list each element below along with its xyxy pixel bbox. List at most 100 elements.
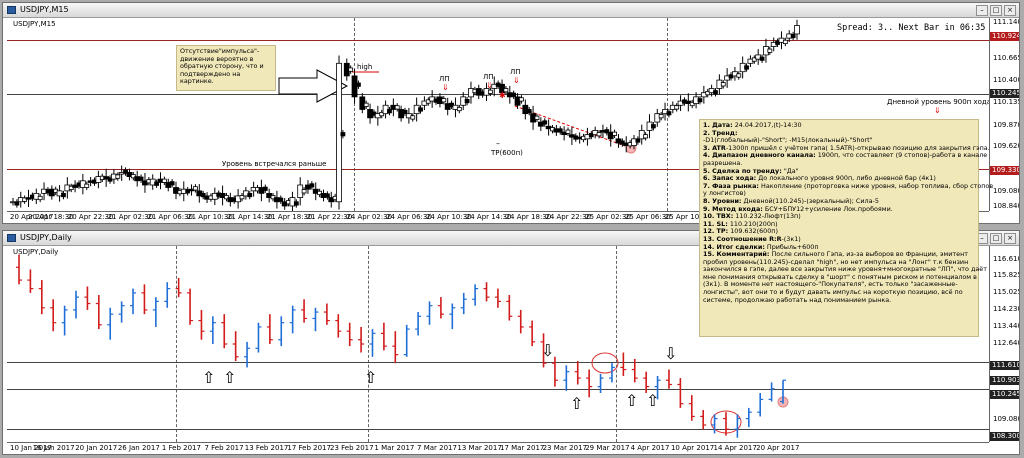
x-tick-label: 7 Feb 2017 [204,444,244,452]
chart-window-icon [7,234,16,242]
y-tick-label: 108.840 [993,202,1020,210]
x-tick-label: 21 Apr 10:30 [187,213,233,221]
day-level-arrow-icon: ⇓ [934,106,941,115]
ohlc-bar [529,320,536,347]
price-level-badge: 110.245 [990,390,1019,400]
x-tick-label: 25 Apr 02:30 [585,213,631,221]
x-tick-label: 20 Apr 22:30 [67,213,114,221]
up-arrow-icon: ⇧ [223,368,237,387]
lp-arrow-icon: ⇓ [513,76,520,85]
ohlc-bar [563,365,570,391]
x-tick-label: 24 Apr 14:30 [465,213,512,221]
trade-note-line: 4. Диапазон дневного канала: 1900п, что … [703,152,987,160]
m15-window-titlebar[interactable]: USDJPY,M15 – □ × [3,3,1019,18]
ohlc-bar [665,369,672,389]
daily-time-axis[interactable]: 10 Jan 2017 16 Jan 2017 20 Jan 2017 26 Jan … [7,442,989,454]
ohlc-bar [266,314,273,344]
ohlc-bar [312,307,319,332]
down-arrow-icon: ⇩ [664,344,678,363]
x-tick-label: 17 Feb 2017 [287,444,331,452]
ohlc-bar [84,286,91,310]
ohlc-bar [757,393,764,417]
price-level-badge: 111.610 [990,361,1019,371]
x-tick-label: 1 Feb 2017 [161,444,201,452]
ohlc-bar [700,410,707,430]
ohlc-bar [244,341,251,368]
ohlc-bar [255,322,262,353]
maximize-icon[interactable]: □ [990,5,1002,16]
y-tick-label: 109.620 [993,141,1020,150]
ohlc-bar [392,331,399,364]
ohlc-bar [449,303,456,330]
note-no-impulse: Отсутствие"импульса"- движение вероятно … [176,45,276,91]
x-tick-label: 21 Apr 14:30 [226,213,273,221]
down-arrow-icon: ⇩ [541,341,555,360]
ohlc-bar [369,329,376,357]
label-high: high [357,63,373,71]
m15-window-title: USDJPY,M15 [20,5,69,14]
ohlc-bar [346,322,353,347]
ohlc-bar [130,288,137,315]
close-icon[interactable]: × [1004,5,1016,16]
highlight-ellipse [591,352,619,374]
y-tick-label: 115.825 [993,271,1020,280]
y-tick-label: 113.440 [993,322,1020,331]
x-tick-label: 24 Apr 18:30 [505,213,552,221]
ohlc-bar [631,358,638,383]
x-tick-label: 24 Apr 22:30 [545,213,592,221]
window-controls: – □ × [976,5,1016,16]
minimize-icon[interactable]: – [976,5,988,16]
ohlc-bar [118,301,125,323]
trade-note-text: 1900п, что составляет (9 стопов)-работа … [815,151,988,160]
ohlc-bar [722,412,729,436]
ohlc-bar [586,369,593,398]
entry-star-icon: ✱ [499,91,506,100]
ohlc-bar [164,282,171,308]
ohlc-bar [745,407,752,428]
x-tick-label: 14 Apr 2017 [713,444,757,452]
price-level-badge: 110.903 [990,376,1019,386]
x-tick-label: 4 Apr 2017 [630,444,670,452]
ohlc-bar [403,324,410,357]
ohlc-bar [73,290,80,319]
trade-journal-note: 1. Дата: 24.04.2017,(t)-14:30 2. Тренд: -D… [699,119,993,337]
price-level-badge: 110.245 [990,89,1019,99]
trade-note-text: системе, продолжаю работать над понимани… [703,295,892,304]
y-tick-label: 114.230 [993,305,1020,314]
x-tick-label: 10 Apr 2017 [670,444,715,452]
maximize-icon[interactable]: □ [990,233,1002,244]
ohlc-bar [517,309,524,334]
x-tick-label: 13 Feb 2017 [244,444,289,452]
ohlc-bar [415,312,422,336]
ohlc-bar [301,299,308,323]
ohlc-bar [380,322,387,351]
ohlc-bar [574,361,581,385]
y-tick-label: 109.870 [993,120,1020,129]
m15-price-axis[interactable]: 111.140 110.924 110.665 110.400 110.245110.1… [989,18,1020,211]
y-tick-label: 110.400 [993,76,1020,85]
y-tick-label: 110.135 [993,98,1020,107]
x-tick-label: 23 Mar 2017 [542,444,587,452]
ohlc-bar [198,309,205,340]
ohlc-bar [61,305,68,336]
ohlc-bar [472,284,479,306]
x-tick-label: 20 Apr 2017 [756,444,800,452]
label-lp-3: ЛП [510,68,521,76]
ohlc-bar [620,352,627,376]
x-tick-label: 24 Apr 02:30 [346,213,393,221]
label-lp-1: ЛП [439,75,450,83]
ohlc-bar [358,326,365,353]
y-tick-label: 109.080 [993,414,1020,423]
ohlc-bar [152,297,159,327]
ohlc-bar [221,314,228,349]
ohlc-bar [460,292,467,315]
x-tick-label: 1 Mar 2017 [374,444,415,452]
ohlc-bar [437,297,444,319]
close-icon[interactable]: × [1004,233,1016,244]
window-controls: – □ × [976,233,1016,244]
daily-price-axis[interactable]: 116.610 115.825 115.025 114.230 113.440 112.6… [989,246,1020,442]
x-tick-label: 20 Jan 2017 [75,444,118,452]
ohlc-bar [38,280,45,315]
y-tick-label: 111.140 [993,18,1020,26]
trade-note-text: 24.04.2017,(t)-14:30 [732,121,802,129]
